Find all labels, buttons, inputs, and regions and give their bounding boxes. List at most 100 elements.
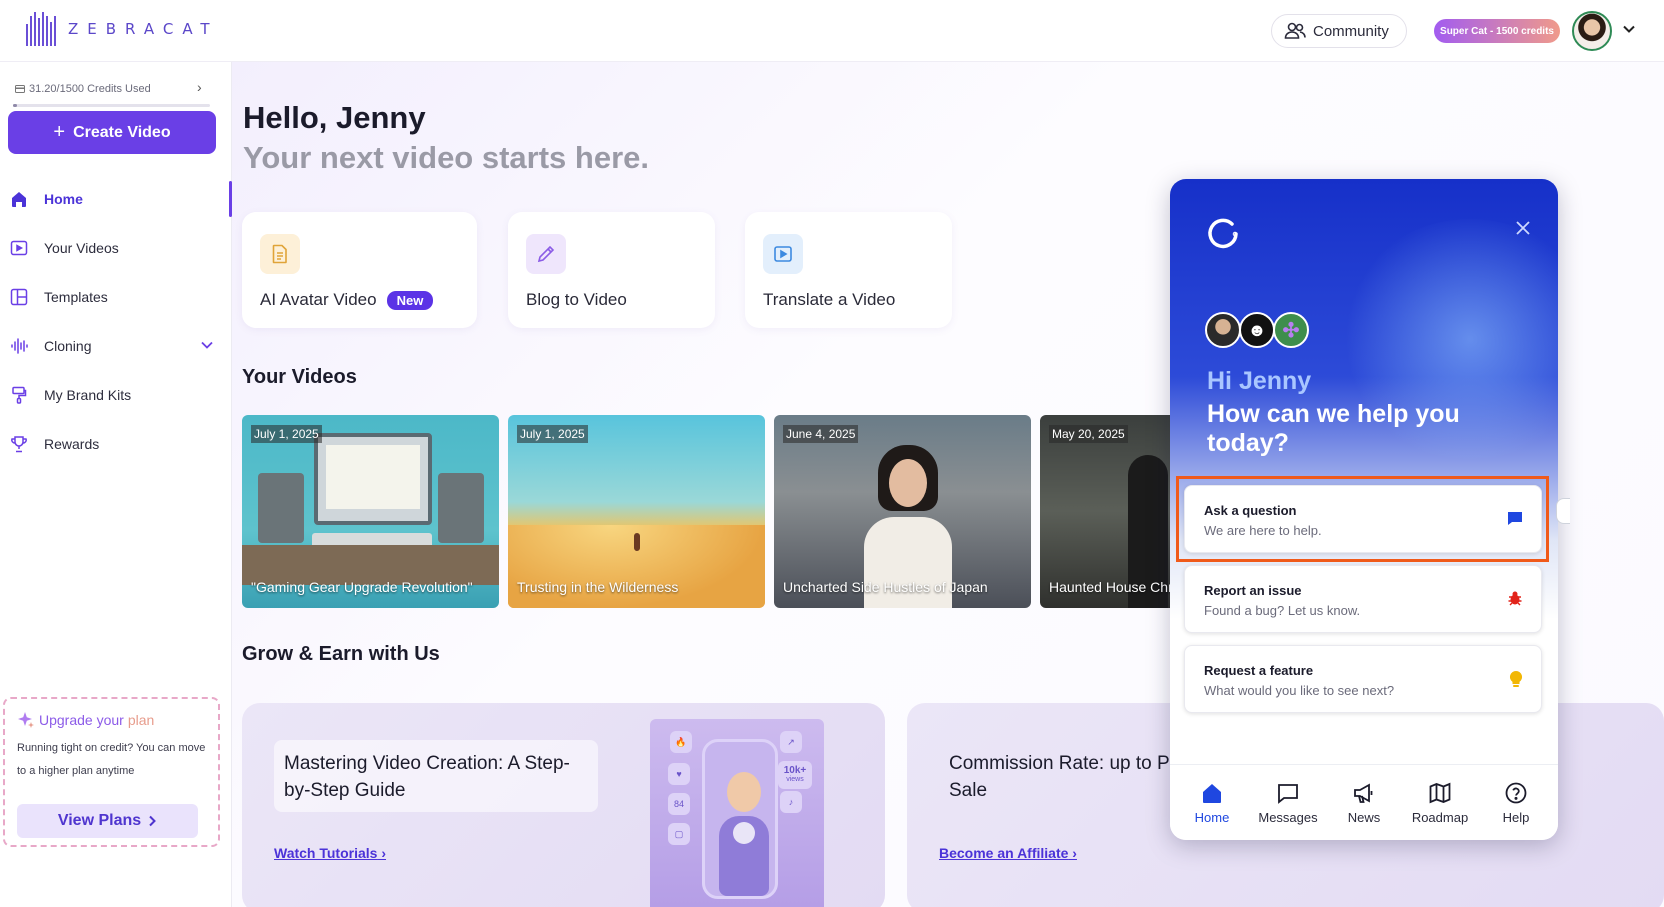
video-thumbnail[interactable]: July 1, 2025 "Gaming Gear Upgrade Revolu… [242,415,499,608]
people-icon [1284,22,1306,39]
promo-title: Mastering Video Creation: A Step-by-Step… [274,740,598,812]
sidebar-item-label: Your Videos [44,240,119,256]
credits-used-text: 31.20/1500 Credits Used [29,83,151,95]
close-icon[interactable] [1514,219,1532,237]
map-icon [1429,782,1451,803]
logo-bars-icon [26,12,56,46]
lightbulb-icon [1509,670,1523,687]
promo-title: Commission Rate: up to Per Sale [949,753,1187,801]
tutorial-promo-card[interactable]: Mastering Video Creation: A Step-by-Step… [242,703,885,907]
monitor-illustration [314,433,432,525]
sidebar-item-home[interactable]: Home [0,179,232,219]
widget-tab-label: Messages [1258,809,1318,825]
upgrade-description: Running tight on credit? You can move to… [17,742,206,777]
translate-video-card[interactable]: Translate a Video [745,212,952,328]
video-thumbnail[interactable]: June 4, 2025 Uncharted Side Hustles of J… [774,415,1031,608]
sidebar-item-label: My Brand Kits [44,387,132,403]
blog-to-video-card[interactable]: Blog to Video [508,212,715,328]
chat-icon: ▢ [668,823,690,845]
card-label: Blog to Video [526,290,627,309]
report-issue-option[interactable]: Report an issue Found a bug? Let us know… [1184,565,1542,633]
trend-icon: ↗ [780,731,802,753]
sidebar-item-label: Templates [44,289,108,305]
views-stat: 10k+ views [778,761,812,789]
video-date: July 1, 2025 [251,425,322,443]
card-label: Translate a Video [763,290,896,309]
widget-question: How can we help you today? [1207,400,1460,457]
chevron-right-icon[interactable]: › [197,79,202,95]
sidebar-item-label: Rewards [44,436,100,452]
team-avatar [1205,312,1241,348]
widget-tab-bar: Home Messages News Roadmap Help [1170,764,1558,840]
community-button[interactable]: Community [1271,14,1407,48]
create-video-button[interactable]: + Create Video [8,111,216,154]
view-plans-label: View Plans [57,812,142,829]
ai-avatar-video-label: AI Avatar Video [260,290,377,309]
widget-tab-home[interactable]: Home [1175,765,1249,840]
team-avatars: ☻ ✣ [1205,312,1309,348]
credits-used[interactable]: 31.20/1500 Credits Used [15,83,151,95]
request-feature-option[interactable]: Request a feature What would you like to… [1184,645,1542,713]
home-icon [1203,783,1221,803]
widget-tab-label: Help [1502,809,1530,825]
user-avatar[interactable] [1572,11,1612,51]
sidebar-item-templates[interactable]: Templates [0,277,232,317]
greeting-heading: Hello, Jenny [243,100,426,135]
chevron-right-icon [149,815,157,827]
video-thumbnail[interactable]: May 20, 2025 Haunted House Chr [1040,415,1170,608]
video-thumbnail[interactable]: July 1, 2025 Trusting in the Wilderness [508,415,765,608]
option-title: Report an issue [1204,583,1302,598]
sidebar-item-cloning[interactable]: Cloning [0,326,232,366]
scroll-handle[interactable] [1556,498,1570,524]
templates-icon [10,288,28,306]
sidebar-item-your-videos[interactable]: Your Videos [0,228,232,268]
grow-earn-heading: Grow & Earn with Us [242,643,440,665]
upgrade-title-a: Upgrade your [39,712,124,728]
video-title: "Gaming Gear Upgrade Revolution" [251,579,473,595]
chevron-down-icon[interactable] [1622,22,1636,36]
video-date: May 20, 2025 [1049,425,1128,443]
ask-question-option[interactable]: Ask a question We are here to help. [1184,485,1542,553]
watch-tutorials-link[interactable]: Watch Tutorials › [274,845,386,861]
option-subtitle: What would you like to see next? [1204,683,1395,698]
promo-illustration: 🔥 ♥ 84 ▢ ↗ 10k+ views ♪ [650,719,824,907]
team-avatar: ☻ [1239,312,1275,348]
option-title: Ask a question [1204,503,1297,518]
widget-greeting: Hi Jenny [1207,367,1312,395]
chevron-down-icon[interactable] [200,338,214,352]
home-icon [12,192,26,207]
video-title: Uncharted Side Hustles of Japan [783,579,988,595]
message-icon [1278,783,1298,804]
top-bar: ZEBRACAT Community Super Cat - 1500 cred… [0,0,1664,62]
become-affiliate-link[interactable]: Become an Affiliate › [939,845,1077,861]
video-title: Haunted House Chr [1049,579,1170,595]
your-videos-heading: Your Videos [242,366,357,388]
widget-tab-label: News [1347,809,1381,825]
widget-tab-messages[interactable]: Messages [1251,765,1325,840]
widget-header: ☻ ✣ Hi Jenny How can we help you today? [1170,179,1558,619]
widget-tab-news[interactable]: News [1327,765,1401,840]
sidebar: 31.20/1500 Credits Used › Home Your Vide… [0,62,232,907]
widget-tab-help[interactable]: Help [1479,765,1553,840]
paint-roller-icon [12,386,27,404]
plan-badge[interactable]: Super Cat - 1500 credits [1434,19,1560,43]
help-icon [1505,782,1527,803]
widget-tab-roadmap[interactable]: Roadmap [1403,765,1477,840]
credit-card-icon [15,85,25,93]
plus-icon: + [53,121,66,143]
chat-bubble-icon [1508,512,1522,525]
ai-avatar-video-card[interactable]: AI Avatar Video New [242,212,477,328]
view-plans-button[interactable]: View Plans [17,804,198,838]
phone-illustration [702,739,778,899]
bug-icon [1508,591,1522,606]
flame-icon: 🔥 [670,731,692,753]
community-label: Community [1313,22,1389,40]
sidebar-item-brand-kits[interactable]: My Brand Kits [0,375,232,415]
credits-progress-fill [13,104,18,107]
zebracat-logo[interactable]: ZEBRACAT [26,12,219,46]
help-widget: ☻ ✣ Hi Jenny How can we help you today? … [1170,179,1558,840]
sidebar-item-label: Home [44,191,83,207]
option-title: Request a feature [1204,663,1314,678]
video-play-icon [10,240,28,256]
sidebar-item-rewards[interactable]: Rewards [0,424,232,464]
